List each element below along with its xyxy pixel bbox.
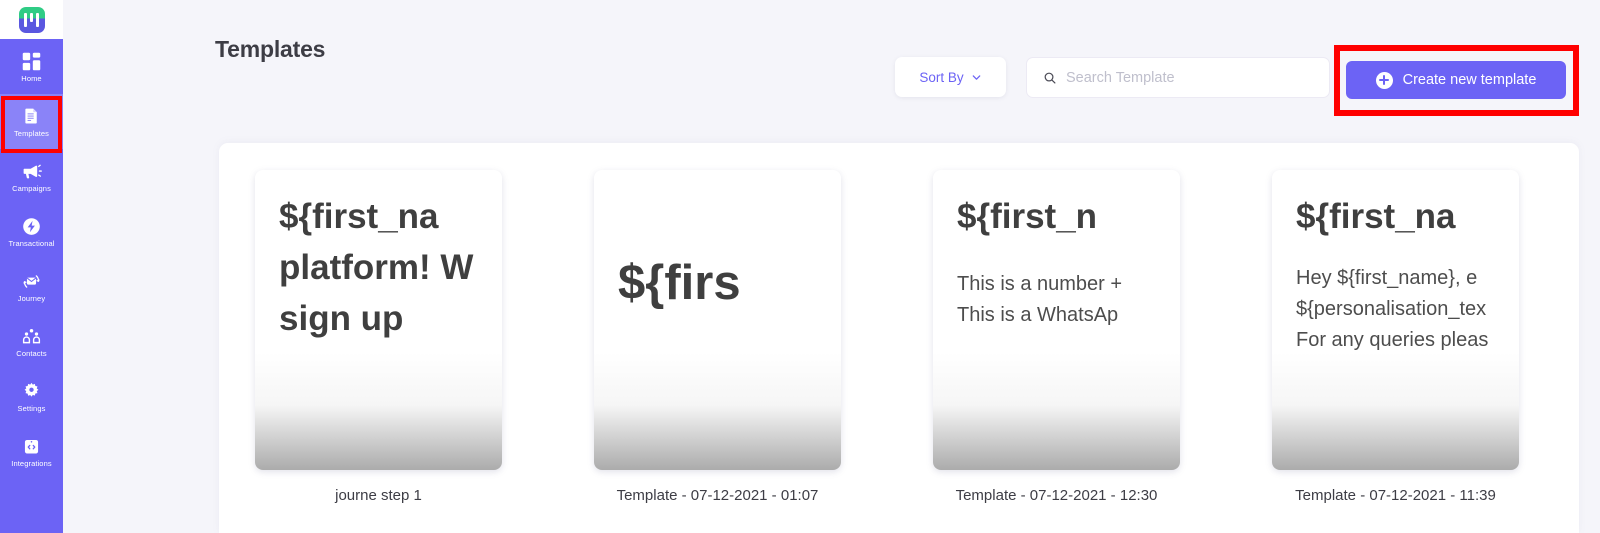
template-preview-line: This is a number + [957, 272, 1123, 295]
sidebar-item-label: Journey [17, 294, 46, 304]
sort-by-button[interactable]: Sort By [895, 57, 1006, 97]
template-card-label: Template - 07-12-2021 - 12:30 [955, 487, 1158, 504]
sidebar-item-label: Integrations [11, 459, 52, 469]
megaphone-icon [21, 160, 43, 182]
template-preview-line: This is a WhatsAp [957, 303, 1119, 326]
template-preview-heading: platform! W [279, 247, 474, 287]
template-card-label: journe step 1 [335, 487, 422, 504]
sidebar-item-templates[interactable]: Templates [0, 94, 63, 149]
template-preview-line: Hey ${first_name}, e [1296, 266, 1478, 289]
template-preview-heading: sign up [279, 298, 404, 338]
sidebar-item-label: Transactional [8, 239, 55, 249]
template-thumbnail[interactable]: ${first_na platform! W sign up [255, 170, 502, 470]
template-thumbnail[interactable]: ${firs [594, 170, 841, 470]
template-card-label: Template - 07-12-2021 - 11:39 [1295, 487, 1496, 504]
thumbnail-fade-overlay [594, 352, 841, 470]
people-icon [21, 325, 43, 347]
sidebar-item-label: Campaigns [12, 184, 51, 194]
code-clipboard-icon [21, 435, 43, 457]
grid-icon [21, 50, 43, 72]
template-preview-heading: ${first_na [279, 197, 439, 236]
template-preview-line: ${personalisation_tex [1296, 297, 1487, 320]
document-icon [21, 105, 43, 127]
thumbnail-fade-overlay [1272, 352, 1519, 470]
chevron-down-icon [972, 74, 980, 80]
sidebar-item-label: Home [21, 74, 42, 84]
template-thumbnail[interactable]: ${first_na Hey ${first_name}, e ${person… [1272, 170, 1519, 470]
templates-grid: ${first_na platform! W sign up journe st… [255, 170, 1519, 504]
template-preview-body: ${firs [618, 248, 841, 319]
sidebar-item-campaigns[interactable]: Campaigns [0, 149, 63, 204]
sort-by-label: Sort By [919, 69, 964, 85]
plus-circle-icon [1375, 71, 1393, 89]
template-card[interactable]: ${first_na platform! W sign up journe st… [255, 170, 502, 504]
template-preview-heading: ${first_n [957, 197, 1098, 236]
bolt-icon [21, 215, 43, 237]
search-icon [1044, 72, 1056, 84]
gear-icon [21, 380, 43, 402]
sidebar: Home Templates Campaigns Transactional J… [0, 0, 63, 533]
sidebar-item-home[interactable]: Home [0, 39, 63, 94]
template-preview-body: ${first_n This is a number + This is a W… [957, 192, 1180, 331]
search-input[interactable] [1066, 69, 1316, 86]
envelope-loop-icon [21, 270, 43, 292]
sidebar-item-label: Templates [13, 129, 50, 139]
toolbar: Sort By Create new template [63, 57, 1600, 99]
create-new-template-button[interactable]: Create new template [1346, 61, 1566, 99]
thumbnail-fade-overlay [255, 352, 502, 470]
search-template-box[interactable] [1026, 57, 1330, 98]
sidebar-item-contacts[interactable]: Contacts [0, 314, 63, 369]
template-preview-body: ${first_na platform! W sign up [279, 192, 502, 344]
app-root: Home Templates Campaigns Transactional J… [0, 0, 1600, 533]
template-card[interactable]: ${firs Template - 07-12-2021 - 01:07 [594, 170, 841, 504]
template-preview-heading: ${first_na [1296, 197, 1456, 236]
template-preview-line: For any queries pleas [1296, 328, 1489, 351]
create-new-template-label: Create new template [1402, 72, 1537, 88]
sidebar-item-integrations[interactable]: Integrations [0, 424, 63, 479]
sidebar-item-label: Settings [17, 404, 46, 414]
sidebar-item-journey[interactable]: Journey [0, 259, 63, 314]
sidebar-item-transactional[interactable]: Transactional [0, 204, 63, 259]
preview-spacer [957, 243, 1180, 269]
template-card[interactable]: ${first_na Hey ${first_name}, e ${person… [1272, 170, 1519, 504]
template-card-label: Template - 07-12-2021 - 01:07 [616, 487, 819, 504]
sidebar-item-label: Contacts [16, 349, 47, 359]
template-thumbnail[interactable]: ${first_n This is a number + This is a W… [933, 170, 1180, 470]
preview-spacer [1296, 243, 1519, 263]
template-card[interactable]: ${first_n This is a number + This is a W… [933, 170, 1180, 504]
sidebar-item-settings[interactable]: Settings [0, 369, 63, 424]
template-preview-body: ${first_na Hey ${first_name}, e ${person… [1296, 192, 1519, 356]
logo-mark [18, 6, 45, 33]
templates-panel: ${first_na platform! W sign up journe st… [219, 143, 1579, 533]
thumbnail-fade-overlay [933, 352, 1180, 470]
app-logo[interactable] [0, 0, 63, 39]
template-preview-heading: ${firs [618, 256, 741, 310]
logo-bars-icon [24, 12, 39, 27]
sidebar-nav: Home Templates Campaigns Transactional J… [0, 39, 63, 479]
main-content: Templates Sort By Create new template [63, 0, 1600, 533]
